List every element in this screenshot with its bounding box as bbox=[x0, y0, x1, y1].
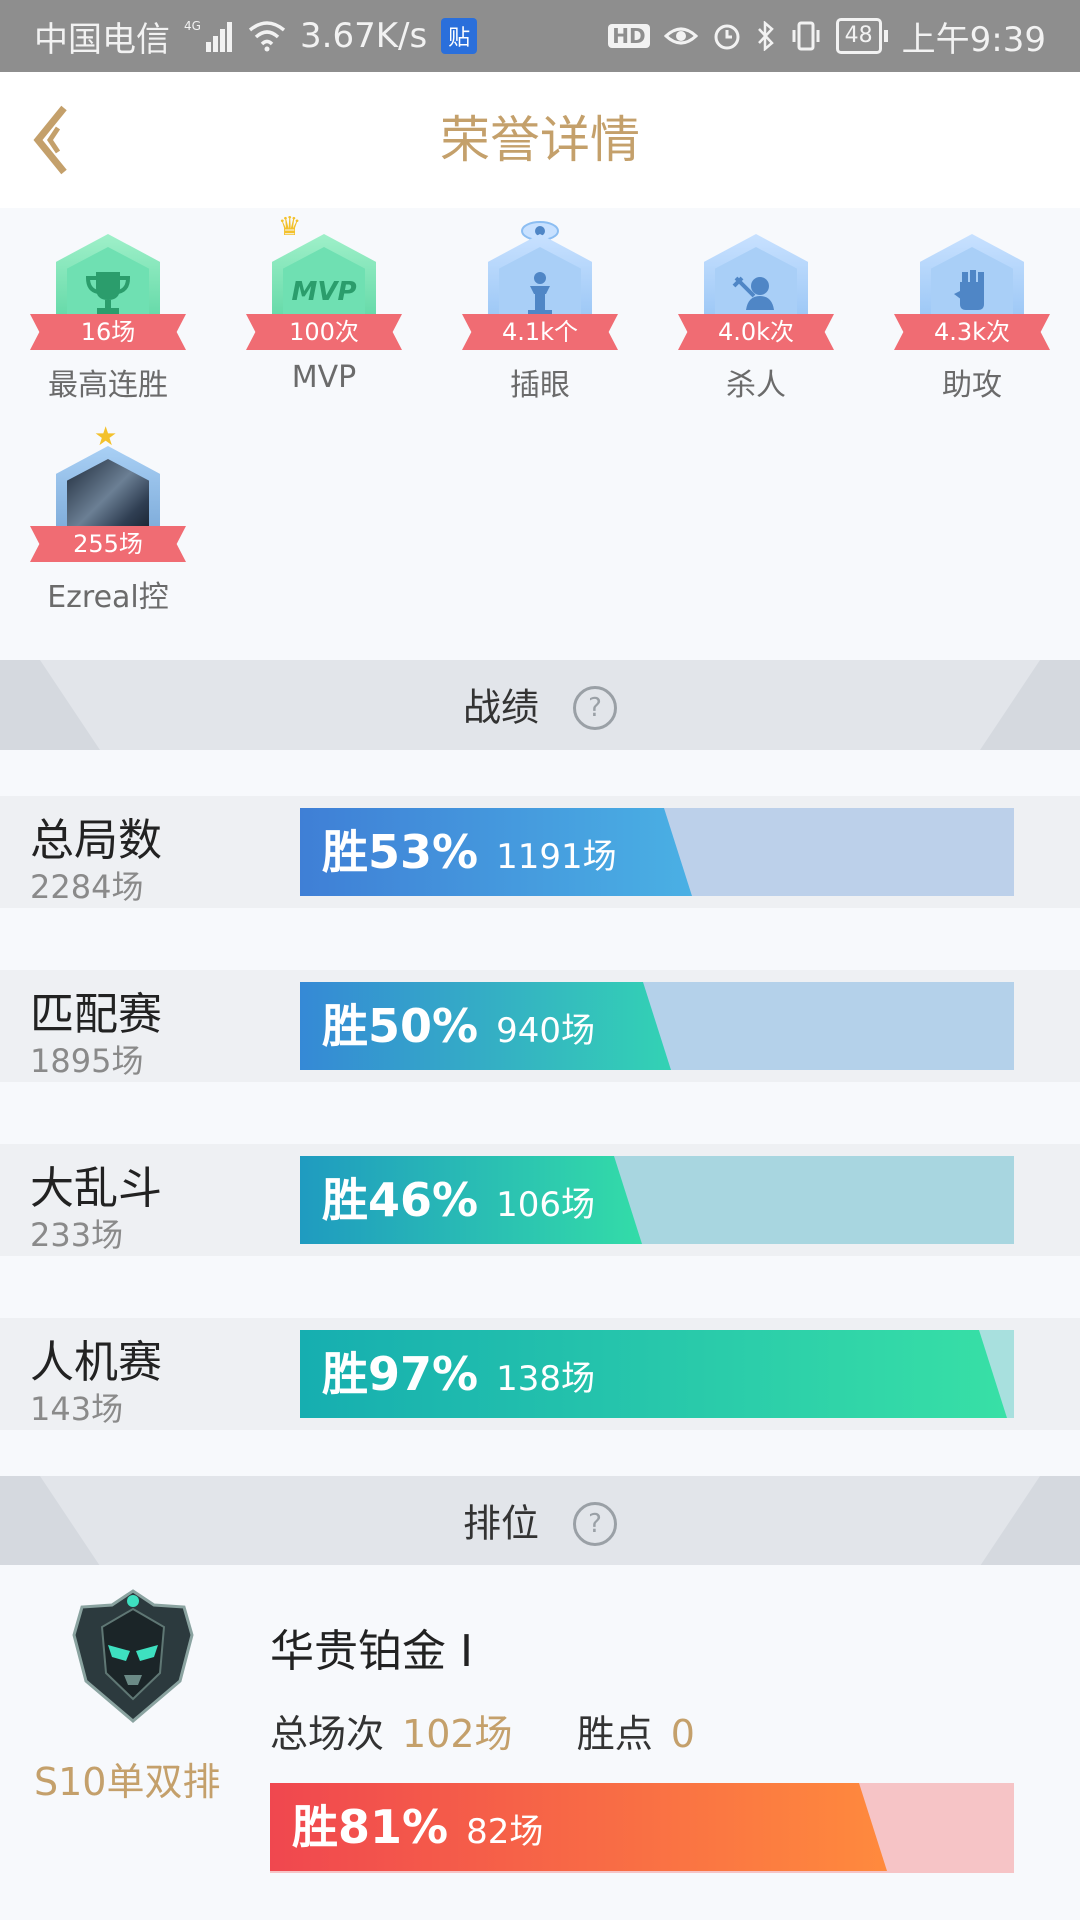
status-bar-left: 中国电信 4G 3.67K/s 贴 bbox=[34, 12, 478, 61]
badge-mvp[interactable]: ♛ MVP 100次 MVP bbox=[224, 212, 424, 418]
badge-label: 插眼 bbox=[510, 368, 570, 403]
alarm-icon bbox=[712, 21, 742, 51]
stat-count: 1895场 bbox=[30, 1042, 144, 1080]
badge-label: 助攻 bbox=[942, 368, 1002, 403]
section-title: 战绩 bbox=[462, 685, 539, 730]
battery-icon: 48 bbox=[835, 18, 888, 54]
win-rate-label: 胜46% bbox=[322, 1173, 479, 1227]
badge-label: 最高连胜 bbox=[48, 368, 168, 403]
hd-icon: HD bbox=[608, 24, 650, 48]
total-games-value: 102场 bbox=[402, 1712, 513, 1756]
battery-level: 48 bbox=[835, 18, 882, 54]
rank-meta: 总场次 102场 胜点 0 bbox=[270, 1703, 695, 1758]
league-points-value: 0 bbox=[670, 1712, 695, 1756]
stat-row-total[interactable]: 总局数 2284场 胜53% 1191场 bbox=[0, 796, 1080, 908]
win-rate-bar: 胜53% 1191场 bbox=[300, 808, 1014, 896]
badge-label: Ezreal控 bbox=[47, 580, 169, 615]
wins-count: 940场 bbox=[496, 1011, 596, 1051]
header: 荣誉详情 bbox=[0, 72, 1080, 209]
bluetooth-icon bbox=[756, 21, 776, 51]
network-type: 4G bbox=[184, 19, 201, 33]
wifi-icon bbox=[248, 20, 286, 52]
vibrate-icon bbox=[790, 21, 822, 51]
badge-wards[interactable]: 4.1k个 插眼 bbox=[440, 218, 640, 418]
badge-label: MVP bbox=[291, 360, 357, 395]
stat-name: 匹配赛 bbox=[30, 989, 162, 1040]
kill-icon bbox=[732, 276, 774, 310]
total-games-label: 总场次 bbox=[270, 1712, 385, 1756]
clock: 上午9:39 bbox=[901, 19, 1046, 60]
badge-champion[interactable]: ★ 255场 Ezreal控 bbox=[8, 422, 208, 630]
stat-row-bots[interactable]: 人机赛 143场 胜97% 138场 bbox=[0, 1318, 1080, 1430]
stat-row-normal[interactable]: 匹配赛 1895场 胜50% 940场 bbox=[0, 970, 1080, 1082]
stat-name: 总局数 bbox=[30, 815, 162, 866]
badge-assists[interactable]: 4.3k次 助攻 bbox=[872, 218, 1072, 418]
tieba-notification-icon: 贴 bbox=[441, 18, 478, 54]
section-header-record: 战绩 ? bbox=[0, 660, 1080, 750]
eye-comfort-icon bbox=[663, 24, 698, 48]
badge-label: 杀人 bbox=[726, 368, 786, 403]
stat-name: 大乱斗 bbox=[30, 1163, 162, 1214]
league-points-label: 胜点 bbox=[576, 1712, 653, 1756]
rank-tier: 华贵铂金 I bbox=[270, 1626, 473, 1677]
wins-count: 82场 bbox=[466, 1812, 544, 1852]
wins-count: 138场 bbox=[496, 1359, 596, 1399]
wins-count: 106场 bbox=[496, 1185, 596, 1225]
stat-count: 233场 bbox=[30, 1216, 124, 1254]
badge-value: 16场 bbox=[30, 314, 186, 350]
win-rate-label: 胜81% bbox=[292, 1800, 449, 1854]
help-icon[interactable]: ? bbox=[573, 1501, 618, 1546]
mvp-icon: MVP bbox=[291, 277, 357, 307]
stat-count: 143场 bbox=[30, 1390, 124, 1428]
rank-season: S10单双排 bbox=[34, 1760, 221, 1804]
section-header-rank: 排位 ? bbox=[0, 1476, 1080, 1566]
badge-kills[interactable]: 4.0k次 杀人 bbox=[656, 218, 856, 418]
badge-win-streak[interactable]: 16场 最高连胜 bbox=[8, 218, 208, 418]
win-rate-label: 胜50% bbox=[322, 999, 479, 1053]
badge-value: 255场 bbox=[30, 526, 186, 562]
assist-icon bbox=[954, 270, 984, 310]
trophy-icon bbox=[85, 272, 131, 314]
win-rate-label: 胜97% bbox=[322, 1347, 479, 1401]
section-title: 排位 bbox=[462, 1501, 539, 1546]
badge-value: 100次 bbox=[246, 314, 402, 350]
stat-count: 2284场 bbox=[30, 868, 144, 906]
carrier-name: 中国电信 bbox=[34, 19, 170, 60]
network-speed: 3.67K/s bbox=[300, 16, 428, 56]
win-rate-label: 胜53% bbox=[322, 825, 479, 879]
stat-name: 人机赛 bbox=[30, 1337, 162, 1388]
rank-card[interactable]: S10单双排 华贵铂金 I 总场次 102场 胜点 0 胜81% 82场 bbox=[0, 1565, 1080, 1920]
win-rate-bar: 胜50% 940场 bbox=[300, 982, 1014, 1070]
page-title: 荣誉详情 bbox=[440, 111, 640, 169]
help-icon[interactable]: ? bbox=[573, 685, 618, 730]
win-rate-bar: 胜46% 106场 bbox=[300, 1156, 1014, 1244]
honor-badges: 16场 最高连胜 ♛ MVP 100次 MVP 4.1k个 插眼 4.0k次 杀… bbox=[0, 208, 1080, 660]
win-rate-bar: 胜97% 138场 bbox=[300, 1330, 1014, 1418]
badge-value: 4.1k个 bbox=[462, 314, 618, 350]
status-bar: 中国电信 4G 3.67K/s 贴 HD 48 上午9:39 bbox=[0, 0, 1080, 72]
stat-row-aram[interactable]: 大乱斗 233场 胜46% 106场 bbox=[0, 1144, 1080, 1256]
ward-icon bbox=[528, 272, 552, 315]
badge-value: 4.3k次 bbox=[894, 314, 1050, 350]
win-rate-bar: 胜81% 82场 bbox=[270, 1783, 1014, 1873]
status-bar-right: HD 48 上午9:39 bbox=[608, 12, 1046, 61]
badge-value: 4.0k次 bbox=[678, 314, 834, 350]
signal-icon: 4G bbox=[184, 18, 234, 54]
wins-count: 1191场 bbox=[496, 837, 617, 877]
crown-icon: ♛ bbox=[278, 212, 302, 242]
platinum-emblem-icon bbox=[72, 1589, 194, 1723]
